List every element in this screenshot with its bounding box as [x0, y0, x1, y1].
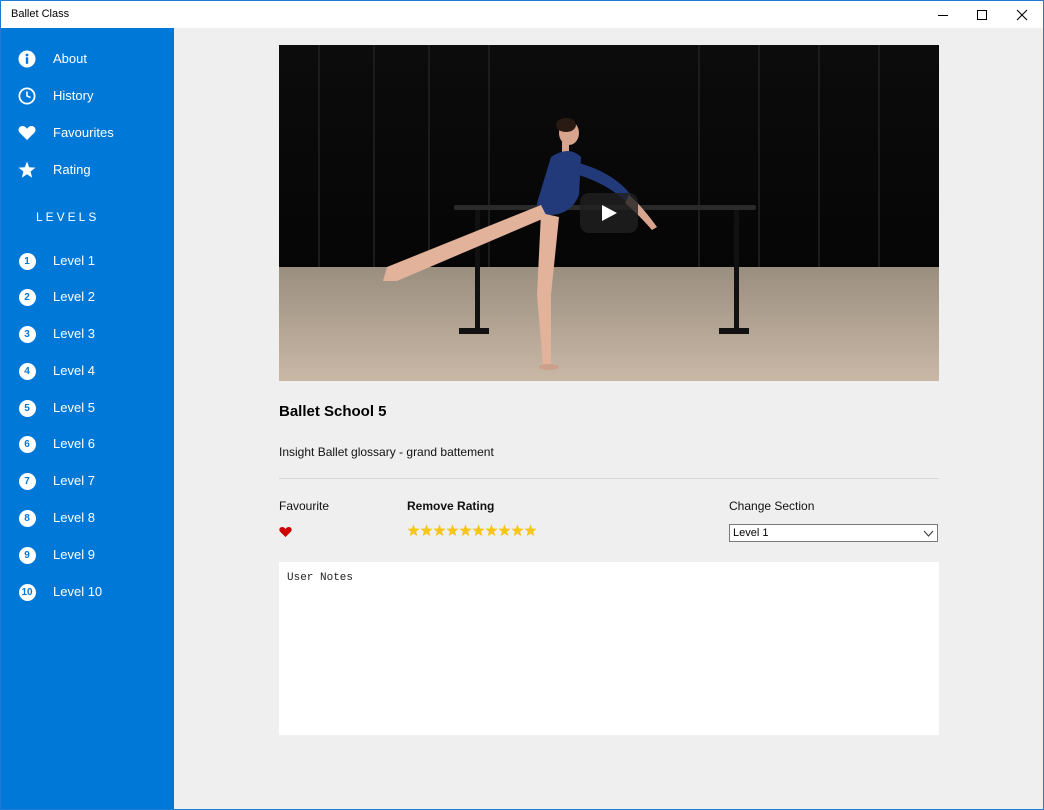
change-section-label: Change Section: [729, 499, 815, 513]
sidebar-item-label: Rating: [53, 162, 91, 177]
app-window: Ballet Class About History Favourites Ra…: [0, 0, 1044, 810]
sidebar-item-level-4[interactable]: 4 Level 4: [1, 354, 174, 388]
notes-placeholder: User Notes: [287, 572, 354, 584]
star-icon[interactable]: [446, 523, 459, 538]
section-select-value: Level 1: [733, 527, 769, 539]
sidebar-item-level-9[interactable]: 9 Level 9: [1, 538, 174, 572]
sidebar-item-label: History: [53, 88, 94, 103]
star-icon[interactable]: [420, 523, 433, 538]
levels-heading: LEVELS: [36, 210, 100, 224]
number-circle-icon: 10: [18, 583, 36, 601]
section-select[interactable]: Level 1: [729, 524, 938, 542]
number-circle-icon: 4: [18, 362, 36, 380]
sidebar-item-level-10[interactable]: 10 Level 10: [1, 575, 174, 609]
number-circle-icon: 6: [18, 435, 36, 453]
number-circle-icon: 3: [18, 325, 36, 343]
star-rating[interactable]: [407, 523, 537, 538]
star-icon: [18, 161, 36, 179]
sidebar-item-level-6[interactable]: 6 Level 6: [1, 427, 174, 461]
star-icon[interactable]: [459, 523, 472, 538]
star-icon[interactable]: [407, 523, 420, 538]
divider: [279, 478, 939, 479]
sidebar-item-label: Level 4: [53, 363, 95, 378]
number-circle-icon: 8: [18, 509, 36, 527]
sidebar-item-label: Level 8: [53, 510, 95, 525]
number-circle-icon: 9: [18, 546, 36, 564]
sidebar-item-favourites[interactable]: Favourites: [1, 116, 174, 150]
sidebar-item-label: Level 6: [53, 436, 95, 451]
minimize-icon: [938, 14, 948, 16]
favourite-label: Favourite: [279, 499, 330, 513]
star-icon[interactable]: [511, 523, 524, 538]
sidebar-item-label: Level 3: [53, 326, 95, 341]
close-icon: [1016, 9, 1028, 20]
close-button[interactable]: [1002, 1, 1042, 28]
info-icon: [18, 50, 36, 68]
sidebar-item-rating[interactable]: Rating: [1, 153, 174, 187]
sidebar-item-level-8[interactable]: 8 Level 8: [1, 501, 174, 535]
number-circle-icon: 7: [18, 472, 36, 490]
sidebar-item-about[interactable]: About: [1, 42, 174, 76]
sidebar-item-level-7[interactable]: 7 Level 7: [1, 464, 174, 498]
maximize-icon: [977, 9, 987, 20]
number-circle-icon: 2: [18, 288, 36, 306]
clock-icon: [18, 87, 36, 105]
number-circle-icon: 1: [18, 252, 36, 270]
minimize-button[interactable]: [923, 1, 963, 28]
sidebar-item-label: Level 9: [53, 547, 95, 562]
star-icon[interactable]: [433, 523, 446, 538]
sidebar-item-level-2[interactable]: 2 Level 2: [1, 280, 174, 314]
remove-rating-button[interactable]: Remove Rating: [407, 499, 494, 513]
number-circle-icon: 5: [18, 399, 36, 417]
video-description: Insight Ballet glossary - grand battemen…: [279, 445, 494, 459]
star-icon[interactable]: [485, 523, 498, 538]
sidebar-item-history[interactable]: History: [1, 79, 174, 113]
sidebar-item-label: About: [53, 51, 87, 66]
sidebar-item-level-3[interactable]: 3 Level 3: [1, 317, 174, 351]
favourite-toggle[interactable]: [279, 525, 292, 543]
sidebar-item-label: Level 1: [53, 253, 95, 268]
play-icon: [602, 205, 617, 221]
video-player[interactable]: [279, 45, 939, 381]
star-icon[interactable]: [524, 523, 537, 538]
heart-icon: [279, 526, 292, 538]
maximize-button[interactable]: [962, 1, 1002, 28]
user-notes-textarea[interactable]: User Notes: [279, 562, 939, 735]
sidebar-item-level-1[interactable]: 1 Level 1: [1, 244, 174, 278]
sidebar-item-label: Level 5: [53, 400, 95, 415]
heart-icon: [18, 124, 36, 142]
sidebar-item-level-5[interactable]: 5 Level 5: [1, 391, 174, 425]
star-icon[interactable]: [498, 523, 511, 538]
video-title: Ballet School 5: [279, 403, 387, 420]
star-icon[interactable]: [472, 523, 485, 538]
sidebar-item-label: Level 7: [53, 473, 95, 488]
title-bar: Ballet Class: [1, 1, 1043, 28]
play-button[interactable]: [580, 193, 638, 233]
sidebar-item-label: Favourites: [53, 125, 114, 140]
chevron-down-icon: [923, 530, 934, 537]
sidebar-item-label: Level 10: [53, 584, 103, 599]
sidebar-item-label: Level 2: [53, 289, 95, 304]
window-title: Ballet Class: [11, 8, 70, 20]
sidebar: About History Favourites Rating LEVELS 1…: [1, 28, 174, 809]
